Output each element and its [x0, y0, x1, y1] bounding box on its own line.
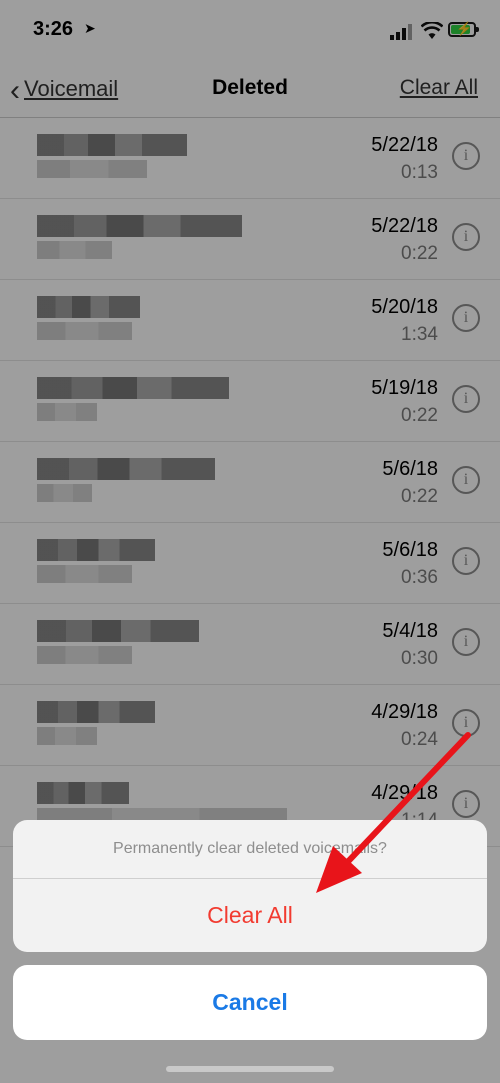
clear-all-button[interactable]: Clear All: [13, 879, 487, 952]
home-indicator: [166, 1066, 334, 1072]
cancel-button[interactable]: Cancel: [13, 965, 487, 1040]
action-sheet: Permanently clear deleted voicemails? Cl…: [13, 820, 487, 952]
action-sheet-message: Permanently clear deleted voicemails?: [13, 820, 487, 879]
